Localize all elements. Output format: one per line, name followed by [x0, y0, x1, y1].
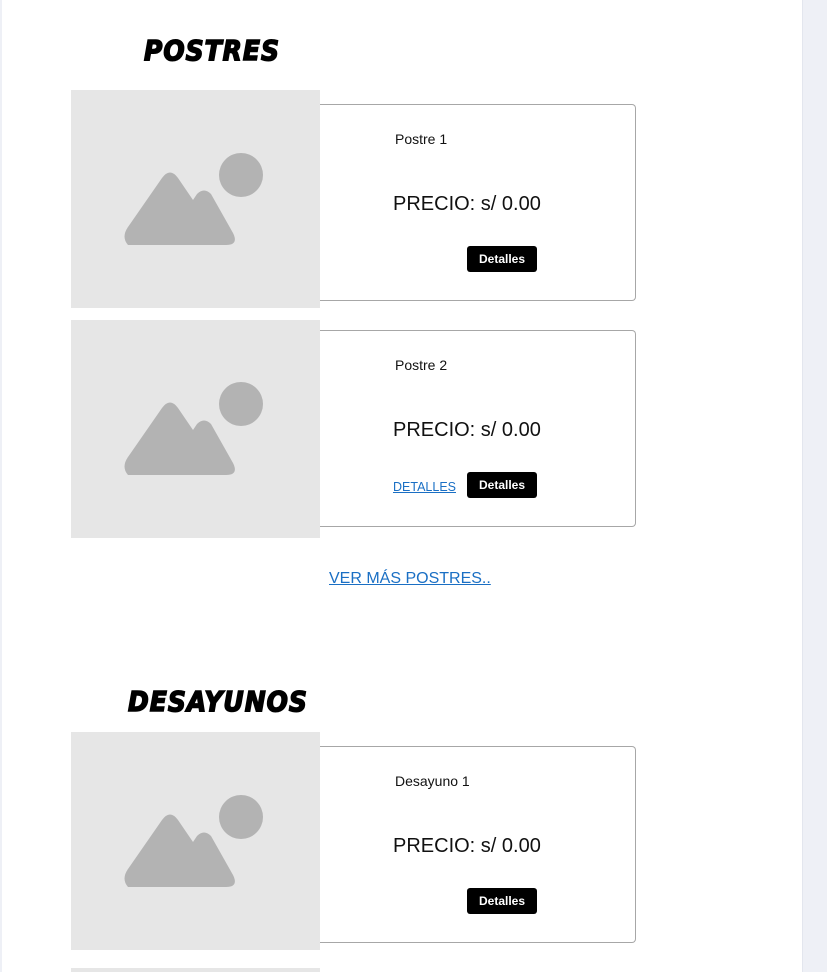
product-image [71, 732, 320, 950]
image-placeholder-icon [124, 795, 263, 887]
see-more-postres-link[interactable]: VER MÁS POSTRES.. [329, 570, 491, 588]
product-price: PRECIO: s/ 0.00 [393, 835, 541, 857]
image-placeholder-icon [124, 382, 263, 475]
product-price: PRECIO: s/ 0.00 [393, 419, 541, 441]
product-name: Postre 1 [395, 131, 448, 147]
details-button[interactable]: Detalles [467, 472, 537, 498]
product-name: Postre 2 [395, 357, 448, 373]
image-placeholder-icon [124, 153, 263, 245]
section-title-desayunos: DESAYUNOS [127, 685, 308, 718]
product-image [71, 320, 320, 538]
product-card: Postre 2 PRECIO: s/ 0.00 DETALLES Detall… [320, 330, 636, 527]
left-edge [0, 0, 2, 972]
scrollbar-gutter[interactable] [802, 0, 827, 972]
details-button[interactable]: Detalles [467, 246, 537, 272]
product-name: Desayuno 1 [395, 773, 470, 789]
section-title-postres: POSTRES [143, 34, 280, 67]
product-card: Desayuno 1 PRECIO: s/ 0.00 Detalles [320, 746, 636, 943]
product-price: PRECIO: s/ 0.00 [393, 193, 541, 215]
product-card: Postre 1 PRECIO: s/ 0.00 Detalles [320, 104, 636, 301]
details-button[interactable]: Detalles [467, 888, 537, 914]
product-image [71, 90, 320, 308]
details-link[interactable]: DETALLES [393, 480, 456, 494]
product-image [71, 968, 320, 972]
